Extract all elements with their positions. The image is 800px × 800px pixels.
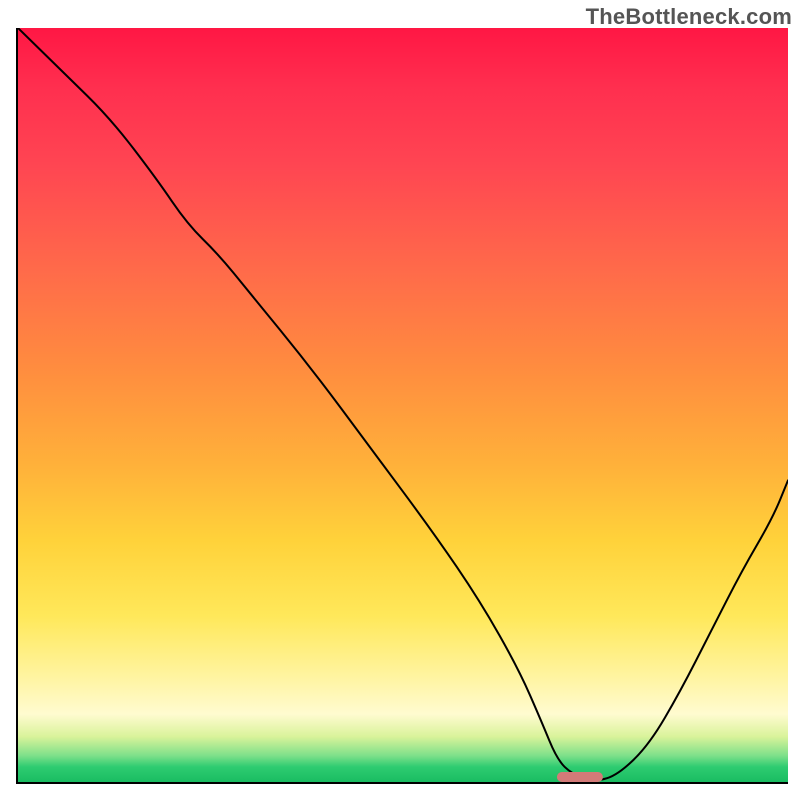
plot-area xyxy=(16,28,788,784)
watermark-text: TheBottleneck.com xyxy=(586,4,792,30)
chart-frame: TheBottleneck.com xyxy=(0,0,800,800)
highlight-marker xyxy=(557,772,603,782)
bottleneck-curve xyxy=(18,28,788,780)
curve-svg xyxy=(18,28,788,782)
